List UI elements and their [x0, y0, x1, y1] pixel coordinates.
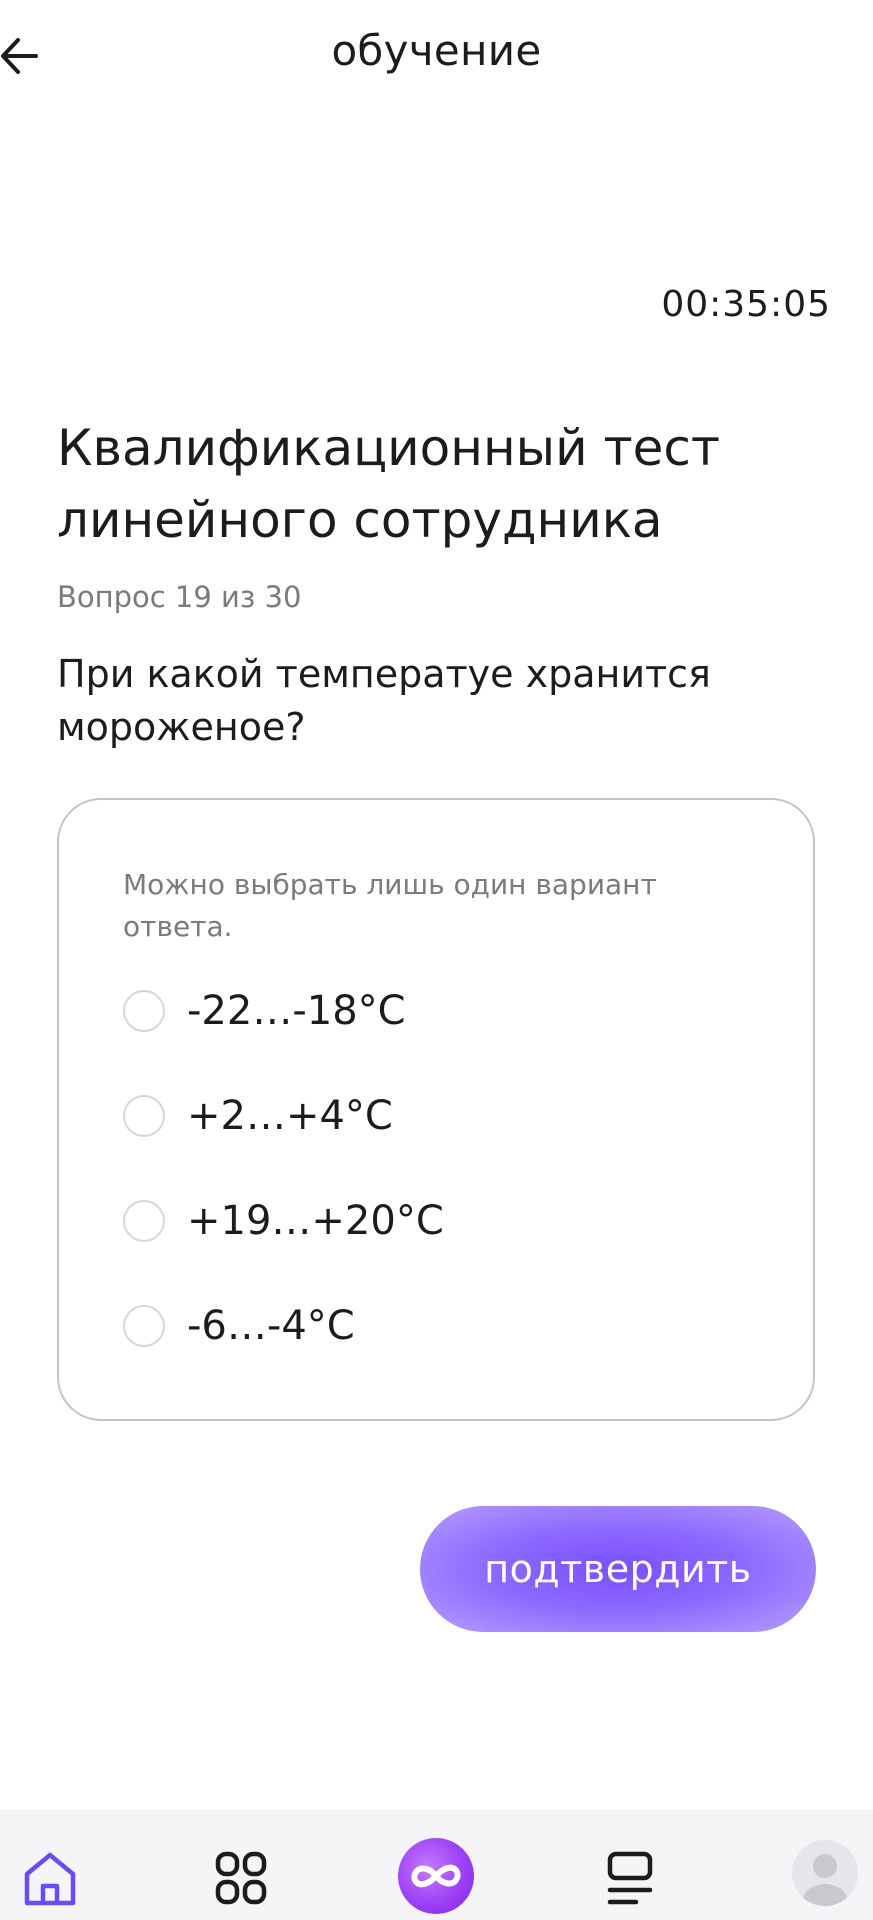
answer-option[interactable]: -6…-4°C [123, 1301, 723, 1351]
nav-home[interactable] [22, 1850, 78, 1912]
home-icon [24, 1852, 76, 1906]
radio-button[interactable] [123, 990, 165, 1032]
nav-list[interactable] [606, 1850, 656, 1910]
confirm-button[interactable]: подтвердить [420, 1506, 816, 1632]
answer-option[interactable]: +19…+20°C [123, 1196, 723, 1246]
answer-hint: Можно выбрать лишь один вариант ответа. [123, 868, 657, 943]
test-title: Квалификационный тест линейного сотрудни… [57, 419, 721, 549]
infinity-icon [411, 1864, 461, 1888]
answer-option[interactable]: -22…-18°C [123, 986, 723, 1036]
answer-option-label: +19…+20°C [187, 1198, 444, 1244]
bottom-navigation [0, 1810, 873, 1920]
answer-option-label: +2…+4°C [187, 1093, 393, 1139]
header: обучение [0, 0, 873, 112]
list-icon [607, 1851, 653, 1905]
answer-option-label: -6…-4°C [187, 1303, 355, 1349]
nav-profile[interactable] [792, 1840, 858, 1906]
radio-button[interactable] [123, 1095, 165, 1137]
question-counter: Вопрос 19 из 30 [57, 580, 302, 614]
page-title: обучение [331, 26, 542, 75]
grid-icon [215, 1851, 267, 1905]
nav-catalog[interactable] [214, 1850, 268, 1910]
avatar-icon [803, 1854, 847, 1906]
answer-option[interactable]: +2…+4°C [123, 1091, 723, 1141]
answer-card: Можно выбрать лишь один вариант ответа. … [57, 798, 815, 1421]
timer: 00:35:05 [661, 284, 831, 325]
app-screen: обучение 00:35:05 Квалификационный тест … [0, 0, 873, 1920]
radio-button[interactable] [123, 1305, 165, 1347]
nav-center[interactable] [398, 1838, 474, 1914]
radio-button[interactable] [123, 1200, 165, 1242]
answer-option-label: -22…-18°C [187, 988, 406, 1034]
question-text: При какой температуе хранится мороженое? [57, 652, 711, 749]
